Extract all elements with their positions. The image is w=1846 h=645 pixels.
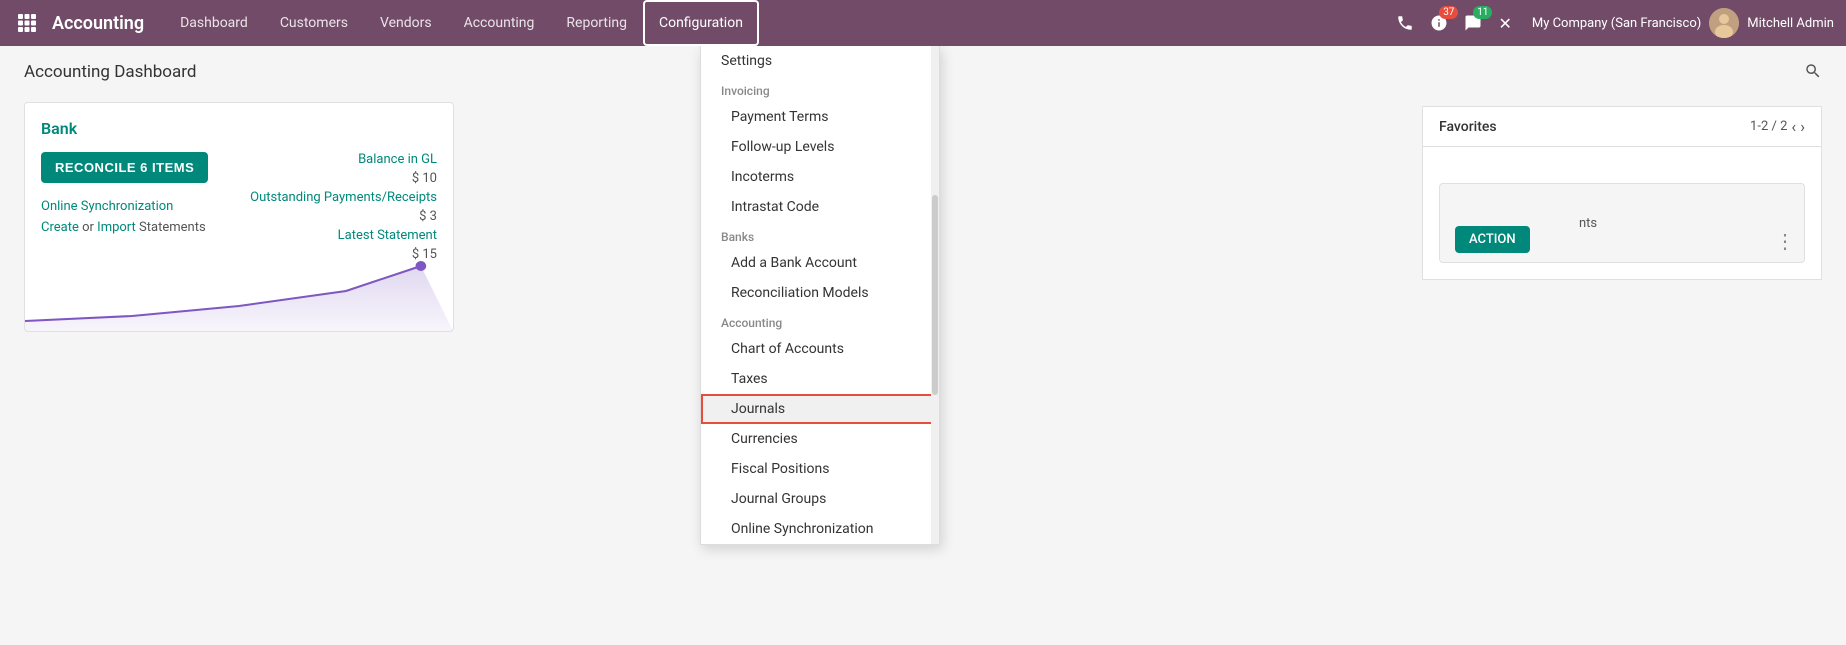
dropdown-section-banks: Banks [701,222,939,248]
dropdown-item-reconciliation-models[interactable]: Reconciliation Models [701,278,939,308]
dropdown-item-taxes[interactable]: Taxes [701,364,939,394]
navbar: Accounting Dashboard Customers Vendors A… [0,0,1846,46]
user-name: Mitchell Admin [1747,16,1834,31]
company-name: My Company (San Francisco) [1532,16,1701,31]
navbar-menu: Dashboard Customers Vendors Accounting R… [164,0,1392,46]
avatar[interactable] [1709,8,1739,38]
dropdown-item-currencies[interactable]: Currencies [701,424,939,454]
nav-customers[interactable]: Customers [264,0,364,46]
close-icon: ✕ [1498,14,1511,33]
apps-grid-icon[interactable] [12,14,42,32]
dropdown-section-accounting: Accounting [701,308,939,334]
dropdown-section-invoicing: Invoicing [701,76,939,102]
nav-dashboard[interactable]: Dashboard [164,0,264,46]
activity-icon-btn[interactable]: 37 [1426,10,1452,36]
dropdown-item-journal-groups[interactable]: Journal Groups [701,484,939,514]
nav-accounting[interactable]: Accounting [448,0,551,46]
dropdown-item-followup[interactable]: Follow-up Levels [701,132,939,162]
dropdown-item-settings[interactable]: Settings [701,46,939,76]
message-icon-btn[interactable]: 11 [1460,10,1486,36]
app-brand: Accounting [52,13,144,34]
nav-reporting[interactable]: Reporting [550,0,643,46]
dropdown-item-add-bank[interactable]: Add a Bank Account [701,248,939,278]
dropdown-item-intrastat[interactable]: Intrastat Code [701,192,939,222]
dropdown-item-payment-terms[interactable]: Payment Terms [701,102,939,132]
phone-icon-btn[interactable] [1392,10,1418,36]
nav-configuration[interactable]: Configuration [643,0,759,46]
nav-vendors[interactable]: Vendors [364,0,448,46]
message-badge: 11 [1473,6,1492,19]
dropdown-item-chart-of-accounts[interactable]: Chart of Accounts [701,334,939,364]
dropdown-overlay[interactable]: Settings Invoicing Payment Terms Follow-… [0,46,1846,645]
dropdown-item-journals[interactable]: Journals [701,394,939,424]
configuration-dropdown: Settings Invoicing Payment Terms Follow-… [700,46,940,545]
close-icon-btn[interactable]: ✕ [1494,10,1515,37]
dropdown-item-fiscal-positions[interactable]: Fiscal Positions [701,454,939,484]
dropdown-scrollbar-thumb [932,195,938,394]
activity-badge: 37 [1439,6,1458,19]
dropdown-item-online-sync[interactable]: Online Synchronization [701,514,939,544]
dropdown-scrollbar [931,46,939,544]
navbar-right: 37 11 ✕ My Company (San Francisco) Mitch… [1392,8,1834,38]
dropdown-item-incoterms[interactable]: Incoterms [701,162,939,192]
